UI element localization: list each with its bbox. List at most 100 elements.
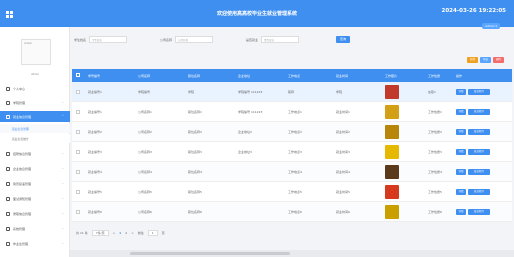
table-cell: 就业编号6: [88, 210, 102, 214]
action-buttons: 新增 导出 删除: [466, 57, 504, 63]
sidebar-subitem-employment-stats[interactable]: 就业信息统计: [0, 134, 70, 143]
admin-dropdown[interactable]: admin ▾: [482, 23, 500, 29]
sidebar-item-college[interactable]: 学院管理 ⌄: [0, 97, 70, 108]
add-button[interactable]: 新增: [466, 57, 478, 63]
table-cell: 就业时间4: [336, 170, 350, 174]
search-button[interactable]: 查询: [336, 36, 350, 43]
sidebar-item-resume[interactable]: 简历投递管理 ⌄: [0, 178, 70, 189]
chevron-down-icon: ⌄: [61, 241, 64, 245]
table-row[interactable]: 就业编号5 公司名称5 职位名称5 工作地点5 就业时间5 工作性质5 详情 就业简介: [72, 182, 512, 202]
table-cell: 学院编号 111223: [238, 110, 263, 114]
detail-button[interactable]: 详情: [456, 169, 466, 175]
settings-icon: [6, 226, 10, 231]
sidebar: avatar admin 个人中心 学院管理 ⌄ 就业信息管理 ⌃ 就业信息管理…: [0, 27, 70, 257]
table-cell: 公司名称1: [138, 110, 152, 114]
employment-brief-button[interactable]: 就业简介: [468, 149, 490, 155]
row-checkbox[interactable]: [76, 90, 80, 94]
table-cell: 工作地点4: [288, 170, 302, 174]
table-cell: 工作性质4: [428, 170, 442, 174]
horizontal-scrollbar[interactable]: [70, 250, 514, 257]
table-cell: 就业编号4: [88, 170, 102, 174]
select-all-checkbox[interactable]: [76, 73, 80, 77]
detail-button[interactable]: 详情: [456, 129, 466, 135]
export-button[interactable]: 导出: [479, 57, 491, 63]
sidebar-item-employment[interactable]: 就业信息管理 ⌃: [0, 111, 70, 122]
delete-button[interactable]: 删除: [492, 57, 504, 63]
row-checkbox[interactable]: [76, 190, 80, 194]
sidebar-item-graduates[interactable]: 毕业生管理 ⌄: [0, 238, 70, 249]
work-photo[interactable]: [385, 105, 399, 119]
table-row[interactable]: 就业编号6 公司名称6 职位名称6 工作地点6 就业时间6 工作性质6 详情 就业简介: [72, 202, 512, 222]
table-cell: 就业时间1: [336, 110, 350, 114]
employment-brief-button[interactable]: 就业简介: [468, 169, 490, 175]
avatar: avatar: [21, 39, 51, 65]
row-checkbox[interactable]: [76, 130, 80, 134]
employment-brief-button[interactable]: 就业简介: [468, 89, 490, 95]
table-cell: 就业编号1: [88, 110, 102, 114]
table-cell: 学院编号 111223: [238, 90, 263, 94]
table-cell: 公司名称3: [138, 150, 152, 154]
check-icon: [6, 211, 10, 216]
table-cell: 工作性质6: [428, 210, 442, 214]
page-2[interactable]: 2: [125, 231, 127, 235]
table-cell: 学院: [188, 90, 195, 94]
employment-brief-button[interactable]: 就业简介: [468, 129, 490, 135]
sidebar-subitem-employment-manage[interactable]: 就业信息管理: [0, 124, 70, 133]
table-cell: 工作地点1: [288, 110, 302, 114]
table-cell: 工作性质2: [428, 130, 442, 134]
sidebar-item-profile[interactable]: 个人中心: [0, 83, 70, 94]
employment-brief-button[interactable]: 就业简介: [468, 209, 490, 215]
table-row[interactable]: 就业编号3 公司名称3 职位名称3 企业地址3 工作地点3 就业时间3 工作性质3 详情 就业简…: [72, 142, 512, 162]
work-photo[interactable]: [385, 205, 399, 219]
scrollbar-thumb[interactable]: [130, 252, 290, 255]
detail-button[interactable]: 详情: [456, 209, 466, 215]
detail-button[interactable]: 详情: [456, 149, 466, 155]
search-student-input[interactable]: 学生姓名: [89, 36, 128, 43]
employment-brief-button[interactable]: 就业简介: [468, 109, 490, 115]
table-cell: 公司名称5: [138, 190, 152, 194]
search-employed-field: 是否就业 是否就业: [246, 36, 300, 43]
next-page-button[interactable]: >: [131, 231, 134, 235]
work-photo[interactable]: [385, 185, 399, 199]
goto-suffix: 页: [161, 231, 165, 235]
sidebar-item-interview[interactable]: 面试通知管理 ⌄: [0, 193, 70, 204]
row-checkbox[interactable]: [76, 110, 80, 114]
table-row[interactable]: 就业编号2 公司名称2 职位名称2 企业地址2 工作地点2 就业时间2 工作性质2 详情 就业简…: [72, 122, 512, 142]
chevron-up-icon: ⌃: [61, 114, 64, 118]
employment-brief-button[interactable]: 就业简介: [468, 189, 490, 195]
search-company-input[interactable]: 公司名称: [175, 36, 214, 43]
search-bar: 学生姓名 学生姓名 公司名称 公司名称 是否就业 是否就业 查询: [74, 34, 508, 47]
goto-input[interactable]: 1: [147, 230, 158, 236]
gear-icon: [6, 166, 10, 171]
work-photo[interactable]: [385, 145, 399, 159]
table-cell: 工作地点6: [288, 210, 302, 214]
work-photo[interactable]: [385, 165, 399, 179]
search-employed-select[interactable]: 是否就业: [261, 36, 300, 43]
table-cell: 公司名称2: [138, 130, 152, 134]
chevron-down-icon: ⌄: [61, 196, 64, 200]
document-icon: [6, 181, 10, 186]
table-row[interactable]: 就业编号1 公司名称1 职位名称1 学院编号 111223 工作地点1 就业时间1 工作性质…: [72, 102, 512, 122]
work-photo[interactable]: [385, 85, 399, 99]
detail-button[interactable]: 详情: [456, 109, 466, 115]
page-size-select[interactable]: 7条/页: [91, 230, 109, 236]
sidebar-item-admission[interactable]: 录取信息管理 ⌄: [0, 208, 70, 219]
row-checkbox[interactable]: [76, 210, 80, 214]
table-cell: 工作地点3: [288, 150, 302, 154]
detail-button[interactable]: 详情: [456, 89, 466, 95]
page-1[interactable]: 1: [119, 231, 121, 235]
prev-page-button[interactable]: <: [113, 231, 116, 235]
sidebar-item-company[interactable]: 企业信息管理 ⌄: [0, 163, 70, 174]
sidebar-item-recruit[interactable]: 招聘信息管理 ⌄: [0, 148, 70, 159]
row-checkbox[interactable]: [76, 150, 80, 154]
table-row[interactable]: 就业编号1 学院编号 学院 学院编号 111223 职称 学院 在职1 详情 就业简介: [72, 82, 512, 102]
table-cell: 公司名称4: [138, 170, 152, 174]
table-cell: 学院编号: [138, 90, 151, 94]
table-row[interactable]: 就业编号4 公司名称4 职位名称4 工作地点4 就业时间4 工作性质4 详情 就业简介: [72, 162, 512, 182]
sidebar-item-system[interactable]: 系统管理 ⌄: [0, 223, 70, 234]
detail-button[interactable]: 详情: [456, 189, 466, 195]
table-cell: 就业编号2: [88, 130, 102, 134]
row-checkbox[interactable]: [76, 170, 80, 174]
work-photo[interactable]: [385, 125, 399, 139]
chevron-down-icon: ⌄: [61, 226, 64, 230]
